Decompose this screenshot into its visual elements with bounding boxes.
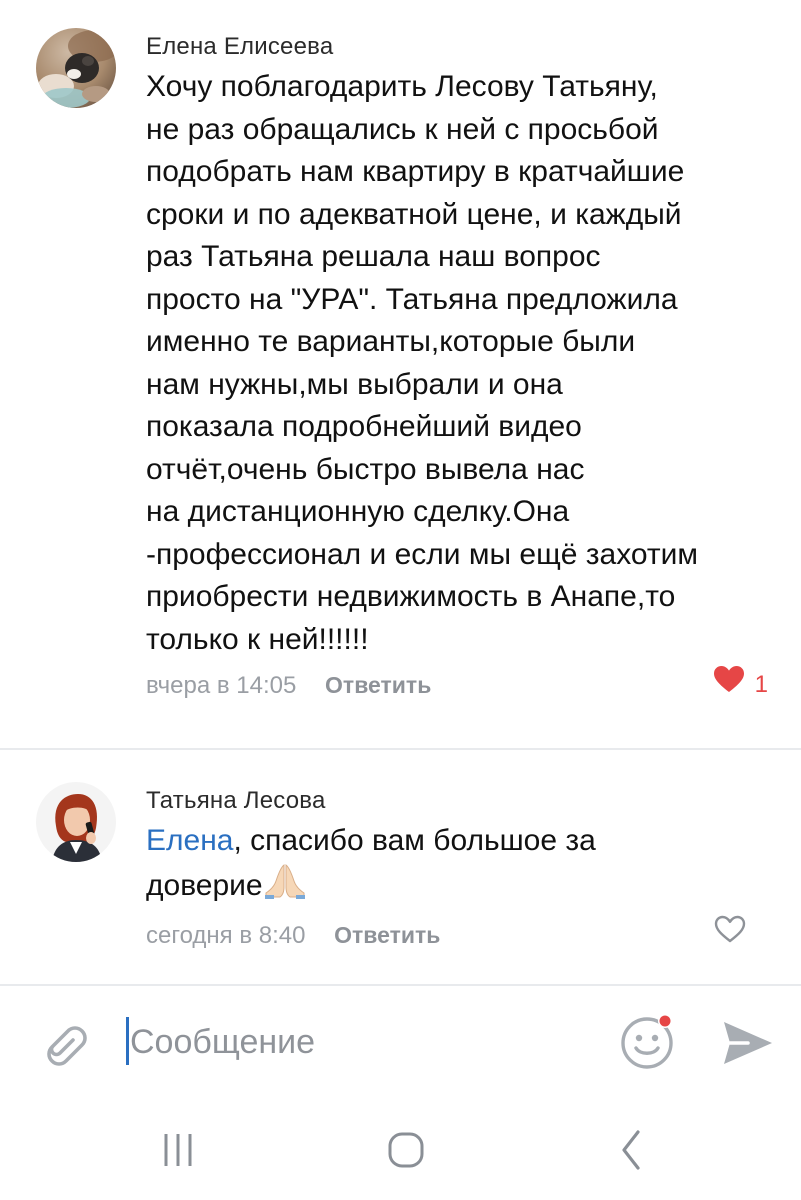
mention-link[interactable]: Елена <box>146 824 233 857</box>
comment-body: Татьяна Лесова Елена, спасибо вам большо… <box>146 778 776 955</box>
folded-hands-icon <box>264 863 306 912</box>
comment-text-line: нам нужны,мы выбрали и она <box>146 367 563 401</box>
recents-icon[interactable] <box>148 1120 208 1180</box>
home-icon[interactable] <box>376 1120 436 1180</box>
comment-text-fragment: , спасибо вам большое за <box>233 824 596 857</box>
comment-text: Елена, спасибо вам большое за доверие <box>146 820 776 911</box>
comment-text-line: на дистанционную сделку.Она <box>146 495 570 528</box>
like-button[interactable] <box>714 915 746 955</box>
avatar-photo <box>36 28 116 108</box>
heart-outline-icon <box>714 915 746 956</box>
comment-text-line: доверие <box>146 863 776 912</box>
comment-meta: вчера в 14:05 Ответить 1 <box>146 665 776 705</box>
avatar-tatyana[interactable] <box>36 782 116 862</box>
reply-button[interactable]: Ответить <box>325 665 431 705</box>
back-icon[interactable] <box>602 1120 662 1180</box>
comment-text-line: отчёт,очень быстро вывела нас <box>146 452 585 486</box>
comment-text-line: просто на "УРА". Татьяна предложила <box>146 282 678 316</box>
send-arrow-icon[interactable] <box>718 1016 776 1070</box>
comment-text-line: сроки и по адекватной цене, и каждый <box>146 197 682 231</box>
system-nav-bar <box>0 1102 801 1192</box>
comment-text: Хочу поблагодарить Лесову Татьяну, не ра… <box>146 66 776 661</box>
comment-body: Елена Елисеева Хочу поблагодарить Лесову… <box>146 24 776 705</box>
comment-timestamp: вчера в 14:05 <box>146 672 297 699</box>
reply-button[interactable]: Ответить <box>334 915 440 955</box>
like-button[interactable]: 1 <box>713 665 768 705</box>
message-input[interactable] <box>126 1014 600 1070</box>
text-caret <box>126 1017 129 1065</box>
smiley-icon[interactable] <box>618 1010 680 1072</box>
composer-divider <box>0 984 801 986</box>
comment-text-line: приобрести недвижимость в Анапе,то <box>146 580 676 613</box>
comment-timestamp: сегодня в 8:40 <box>146 922 306 949</box>
comment-text-line: только к ней!!!!!! <box>146 622 369 656</box>
comment-text-line: именно те варианты,которые были <box>146 325 636 358</box>
comment-text-line: Елена, спасибо вам большое за <box>146 820 776 863</box>
comment-text-line: подобрать нам квартиру в кратчайшие <box>146 155 685 188</box>
paperclip-icon[interactable] <box>36 1016 90 1070</box>
message-composer <box>0 1002 801 1082</box>
comment-author[interactable]: Елена Елисеева <box>146 32 776 62</box>
notification-dot <box>659 1015 671 1027</box>
avatar-elena[interactable] <box>36 28 116 108</box>
comment-text-line: -профессионал и если мы ещё захотим <box>146 537 699 571</box>
comment-text-line: Хочу поблагодарить Лесову Татьяну, <box>146 70 658 103</box>
comment-author[interactable]: Татьяна Лесова <box>146 786 776 816</box>
comment-text-line: раз Татьяна решала наш вопрос <box>146 240 601 273</box>
avatar-photo <box>36 782 116 862</box>
comment-divider <box>0 748 801 750</box>
like-count: 1 <box>754 671 768 698</box>
comment-text-fragment: доверие <box>146 868 263 902</box>
heart-filled-icon <box>713 665 745 706</box>
comment-text-line: не раз обращались к ней с просьбой <box>146 112 659 146</box>
comment-meta: сегодня в 8:40 Ответить <box>146 915 776 955</box>
comment-text-line: показала подробнейший видео <box>146 410 582 443</box>
